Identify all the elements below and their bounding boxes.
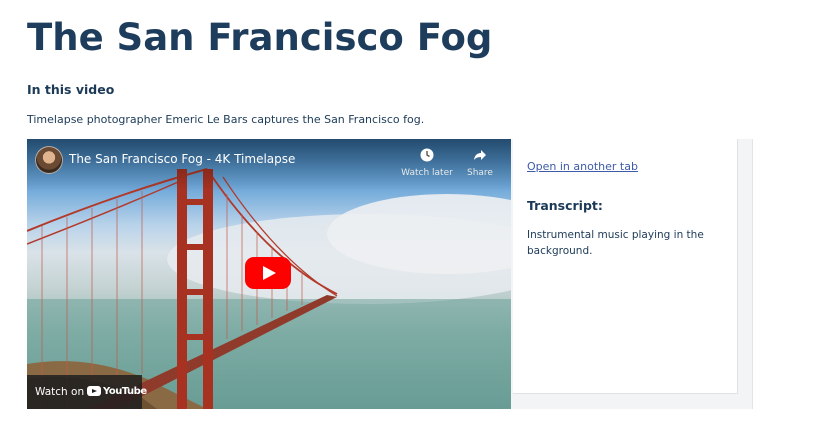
play-icon[interactable] bbox=[245, 257, 291, 289]
intro-text: Timelapse photographer Emeric Le Bars ca… bbox=[27, 113, 425, 126]
transcript-text: Instrumental music playing in the backgr… bbox=[527, 229, 704, 257]
share-icon bbox=[474, 150, 486, 160]
page-title: The San Francisco Fog bbox=[27, 16, 493, 59]
youtube-wordmark: YouTube bbox=[103, 386, 147, 397]
video-title[interactable]: The San Francisco Fog - 4K Timelapse bbox=[69, 152, 295, 166]
video-player[interactable]: The San Francisco Fog - 4K Timelapse Wat… bbox=[27, 139, 511, 409]
watch-on-label: Watch on bbox=[35, 386, 85, 398]
watch-later-label: Watch later bbox=[401, 168, 453, 178]
clock-icon bbox=[420, 148, 434, 162]
share-button[interactable]: Share bbox=[463, 147, 497, 178]
watch-later-button[interactable]: Watch later bbox=[401, 147, 453, 178]
channel-avatar[interactable] bbox=[35, 146, 63, 174]
youtube-logo-icon bbox=[87, 386, 101, 396]
transcript-heading: Transcript: bbox=[527, 198, 603, 213]
watch-on-youtube-button[interactable]: Watch on YouTube bbox=[27, 375, 147, 409]
video-embed: The San Francisco Fog - 4K Timelapse Wat… bbox=[27, 139, 753, 409]
share-label: Share bbox=[467, 168, 493, 178]
section-heading: In this video bbox=[27, 82, 115, 97]
transcript-panel: Open in another tab Transcript: Instrume… bbox=[513, 139, 738, 394]
open-in-another-tab-link[interactable]: Open in another tab bbox=[527, 160, 638, 173]
